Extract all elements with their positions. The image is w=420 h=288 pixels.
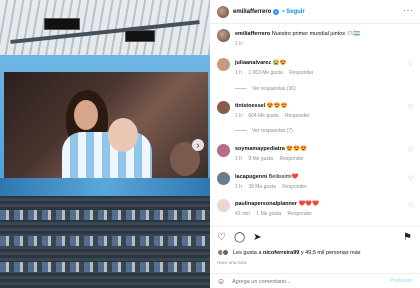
comment-time: 43 min — [235, 211, 251, 217]
commenter-avatar[interactable] — [217, 172, 230, 185]
comment-time: 1 h — [235, 113, 242, 119]
comment-input[interactable] — [232, 276, 372, 287]
reply-button[interactable]: Responder — [285, 113, 309, 119]
like-comment-icon[interactable]: ♡ — [408, 62, 413, 69]
reply-button[interactable]: Responder — [288, 211, 312, 217]
liker-username[interactable]: nicoferreira99 — [263, 250, 299, 256]
comment-time: 1 h — [235, 70, 242, 76]
comment-likes[interactable]: 1.063 Me gusta — [248, 70, 282, 76]
post-date[interactable]: Hace una hora — [217, 260, 247, 265]
comment-time: 1 h — [235, 184, 242, 190]
caption-avatar[interactable] — [217, 29, 230, 42]
likes-suffix[interactable]: y 49,5 mil personas más — [301, 250, 361, 256]
comment-text: 😭😍 — [272, 60, 287, 66]
like-comment-icon[interactable]: ♡ — [408, 203, 413, 210]
reply-button[interactable]: Responder — [282, 184, 306, 190]
carousel-next-icon[interactable]: › — [192, 139, 204, 151]
comment-likes[interactable]: 9 Me gusta — [248, 156, 273, 162]
caption-time: 1 h — [235, 41, 242, 47]
comment-time: 1 h — [235, 156, 242, 162]
likes-prefix: Les gusta a — [233, 249, 263, 256]
bookmark-icon[interactable]: ⚑ — [403, 232, 412, 243]
comment-text: 😍😍😍 — [266, 103, 288, 109]
comment-text: ❤️❤️❤️ — [298, 201, 320, 207]
stand-row — [0, 262, 210, 272]
verified-icon: ✓ — [273, 8, 280, 15]
follow-label: Seguir — [286, 8, 305, 15]
view-replies-button[interactable]: Ver respuestas (36) — [235, 86, 296, 92]
commenter-avatar[interactable] — [217, 58, 230, 71]
comment-icon[interactable]: ◯ — [234, 232, 245, 243]
stand-row — [0, 236, 210, 246]
caption-text: Nuestro primer mundial juntos 🫶🏻🇦🇷 — [271, 31, 361, 37]
comment-username[interactable]: lacapugenni — [235, 174, 267, 180]
comment-username[interactable]: soymamaypediatra — [235, 146, 285, 152]
post-image[interactable]: › — [0, 0, 210, 288]
post-panel: emiliafferrero ✓ • Seguir ··· emiliaffer… — [210, 0, 420, 288]
like-comment-icon[interactable]: ♡ — [408, 176, 413, 183]
add-comment-bar: ☺ Publicar — [210, 273, 420, 288]
stand-row — [0, 210, 210, 220]
author-username[interactable]: emiliafferrero — [233, 9, 271, 15]
author-avatar[interactable] — [217, 5, 229, 18]
emoji-icon[interactable]: ☺ — [217, 277, 225, 286]
reply-button[interactable]: Responder — [279, 156, 303, 162]
jumbotron-screen — [4, 72, 208, 178]
comment-likes[interactable]: 664 Me gusta — [248, 113, 278, 119]
stadium-screen — [44, 18, 80, 30]
heart-icon[interactable]: ♡ — [217, 232, 226, 243]
stadium-stands — [0, 196, 210, 288]
publish-button[interactable]: Publicar — [390, 278, 412, 284]
comment-text: 😍😍😍 — [286, 146, 307, 152]
baby — [108, 118, 138, 152]
comment-username[interactable]: juliaanalvarez — [235, 60, 271, 66]
like-comment-icon[interactable]: ♡ — [408, 105, 413, 112]
stadium-screen — [125, 30, 155, 42]
comment-likes[interactable]: 1 Me gusta — [256, 211, 281, 217]
commenter-avatar[interactable] — [217, 199, 230, 212]
comment-text: Bellissimi❤️ — [268, 174, 299, 180]
follow-button[interactable]: • Seguir — [282, 9, 304, 15]
comment-username[interactable]: paulinapersonalplanner — [235, 201, 297, 207]
commenter-avatar[interactable] — [217, 144, 230, 157]
reply-button[interactable]: Responder — [289, 70, 313, 76]
liker-avatar — [222, 249, 229, 256]
view-replies-button[interactable]: Ver respuestas (7) — [235, 128, 293, 134]
woman-face — [74, 100, 98, 130]
like-comment-icon[interactable]: ♡ — [408, 148, 413, 155]
likes-summary: Les gusta a nicoferreira99 y 49,5 mil pe… — [217, 249, 361, 256]
post-header: emiliafferrero ✓ • Seguir ··· — [210, 0, 420, 24]
send-icon[interactable]: ➤ — [253, 232, 261, 243]
comment-likes[interactable]: 38 Me gusta — [248, 184, 276, 190]
more-options-icon[interactable]: ··· — [403, 6, 414, 15]
argentina-shirt — [62, 132, 152, 178]
commenter-avatar[interactable] — [217, 101, 230, 114]
caption-username[interactable]: emiliafferrero — [235, 31, 270, 37]
jumbotron-border — [0, 178, 210, 196]
comment-username[interactable]: tinistoessel — [235, 103, 265, 109]
post-actions: ♡ ◯ ➤ ⚑ Les gusta a nicoferreira99 y 49,… — [210, 226, 420, 288]
